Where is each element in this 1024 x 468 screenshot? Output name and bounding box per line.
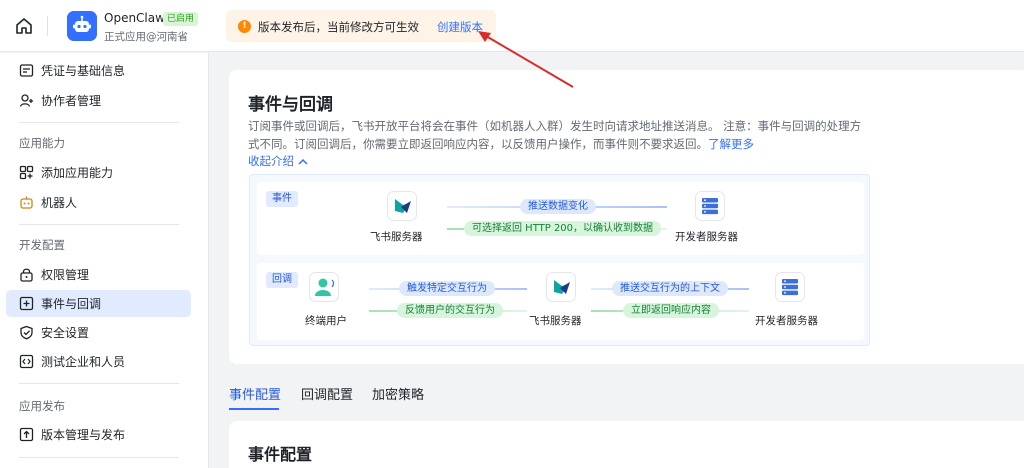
feedback-interaction-label: 反馈用户的交互行为	[397, 303, 503, 318]
sidebar-item-label: 凭证与基础信息	[41, 64, 126, 78]
sidebar-item-label: 版本管理与发布	[41, 428, 126, 442]
divider	[19, 457, 179, 458]
feishu-server-icon	[546, 272, 576, 302]
flow-diagram: 事件 飞书服务器 推送数据变化 可选择返回 HTTP 200，以确认收到数据 开…	[249, 174, 870, 346]
collaborator-icon	[19, 94, 33, 107]
group-title: 应用发布	[19, 399, 65, 413]
sidebar-item-test-users[interactable]: 测试企业和人员	[6, 348, 191, 375]
trigger-interaction-label: 触发特定交互行为	[399, 281, 495, 296]
sidebar-item-add-capability[interactable]: 添加应用能力	[6, 159, 191, 186]
collapse-intro-button[interactable]: 收起介绍	[248, 153, 308, 169]
sidebar-item-label: 测试企业和人员	[41, 355, 126, 369]
developer-server-label: 开发者服务器	[675, 231, 738, 243]
event-flow-panel: 事件 飞书服务器 推送数据变化 可选择返回 HTTP 200，以确认收到数据 开…	[257, 182, 864, 255]
top-bar: OpenClaw 已启用 正式应用@河南省 ! 版本发布后，当前修改方可生效 创…	[0, 0, 1024, 52]
warning-icon: !	[238, 20, 251, 33]
version-upload-icon	[19, 427, 34, 442]
sidebar-item-collaborators[interactable]: 协作者管理	[6, 87, 191, 114]
callback-tag: 回调	[266, 272, 298, 288]
active-tab-indicator	[229, 408, 279, 410]
app-robot-icon	[67, 11, 97, 41]
developer-server-icon	[775, 272, 805, 302]
sidebar-item-security[interactable]: 安全设置	[6, 319, 191, 346]
sidebar-item-label: 机器人	[41, 196, 78, 210]
push-context-label: 推送交互行为的上下文	[612, 281, 728, 296]
sidebar-item-label: 权限管理	[41, 268, 90, 282]
sidebar-item-credentials[interactable]: 凭证与基础信息	[6, 57, 191, 84]
sidebar-item-robot[interactable]: 机器人	[6, 189, 191, 216]
page-title: 事件与回调	[248, 95, 333, 115]
push-data-label: 推送数据变化	[520, 199, 596, 214]
app-subtitle: 正式应用@河南省	[104, 31, 188, 43]
event-callback-card: 事件与回调 订阅事件或回调后，飞书开放平台将会在事件（如机器人入群）发生时向请求…	[229, 70, 1024, 364]
status-badge: 已启用	[163, 12, 199, 26]
developer-server-icon	[695, 191, 725, 221]
section-title: 事件配置	[248, 445, 313, 464]
sidebar-item-permissions[interactable]: 权限管理	[6, 261, 191, 288]
event-callback-icon	[19, 296, 34, 311]
sidebar-item-label: 事件与回调	[41, 297, 102, 311]
developer-server-label: 开发者服务器	[755, 315, 818, 327]
feishu-server-label: 飞书服务器	[529, 315, 582, 327]
sidebar-item-events-callbacks[interactable]: 事件与回调	[6, 290, 191, 317]
end-user-icon	[309, 272, 339, 302]
sidebar: 凭证与基础信息 协作者管理 应用能力 添加应用能力 机器人 开发配置 权限管理 …	[0, 53, 209, 468]
learn-more-link[interactable]: 了解更多	[708, 137, 754, 151]
publish-notice: ! 版本发布后，当前修改方可生效 创建版本	[226, 10, 496, 42]
divider	[19, 224, 179, 225]
test-code-icon	[19, 354, 34, 369]
divider	[47, 16, 48, 36]
notice-text: 版本发布后，当前修改方可生效	[258, 20, 419, 34]
robot-icon	[20, 196, 33, 209]
group-title: 开发配置	[19, 238, 65, 252]
reply-http-label: 可选择返回 HTTP 200，以确认收到数据	[464, 221, 662, 236]
shield-icon	[20, 325, 33, 340]
callback-flow-panel: 回调 终端用户 触发特定交互行为 反馈用户的交互行为 飞书服务器 推送交互行为的…	[257, 263, 864, 340]
divider	[19, 122, 179, 123]
tab-encryption-policy[interactable]: 加密策略	[372, 384, 424, 403]
tab-callback-config[interactable]: 回调配置	[301, 384, 353, 403]
respond-immediately-label: 立即返回响应内容	[623, 303, 719, 318]
feishu-server-icon	[387, 191, 417, 221]
collapse-intro-label: 收起介绍	[248, 154, 294, 168]
add-capability-icon	[19, 165, 34, 180]
tab-event-config[interactable]: 事件配置	[229, 384, 281, 403]
chevron-up-icon	[298, 158, 308, 165]
app-name: OpenClaw	[104, 11, 165, 25]
divider	[19, 383, 179, 384]
permission-icon	[20, 268, 33, 282]
end-user-label: 终端用户	[305, 315, 347, 327]
sidebar-item-label: 添加应用能力	[41, 166, 114, 180]
event-config-card: 事件配置	[229, 421, 1024, 468]
sidebar-item-label: 安全设置	[41, 326, 90, 340]
description-text: 订阅事件或回调后，飞书开放平台将会在事件（如机器人入群）发生时向请求地址推送消息…	[248, 119, 862, 151]
credential-icon	[19, 64, 34, 77]
sidebar-item-version-release[interactable]: 版本管理与发布	[6, 421, 191, 448]
home-icon[interactable]	[14, 16, 34, 36]
group-title: 应用能力	[19, 136, 65, 150]
create-version-link[interactable]: 创建版本	[437, 19, 483, 35]
page-description: 订阅事件或回调后，飞书开放平台将会在事件（如机器人入群）发生时向请求地址推送消息…	[248, 117, 868, 153]
feishu-server-label: 飞书服务器	[370, 231, 423, 243]
sidebar-item-label: 协作者管理	[41, 94, 102, 108]
event-tag: 事件	[266, 191, 298, 207]
